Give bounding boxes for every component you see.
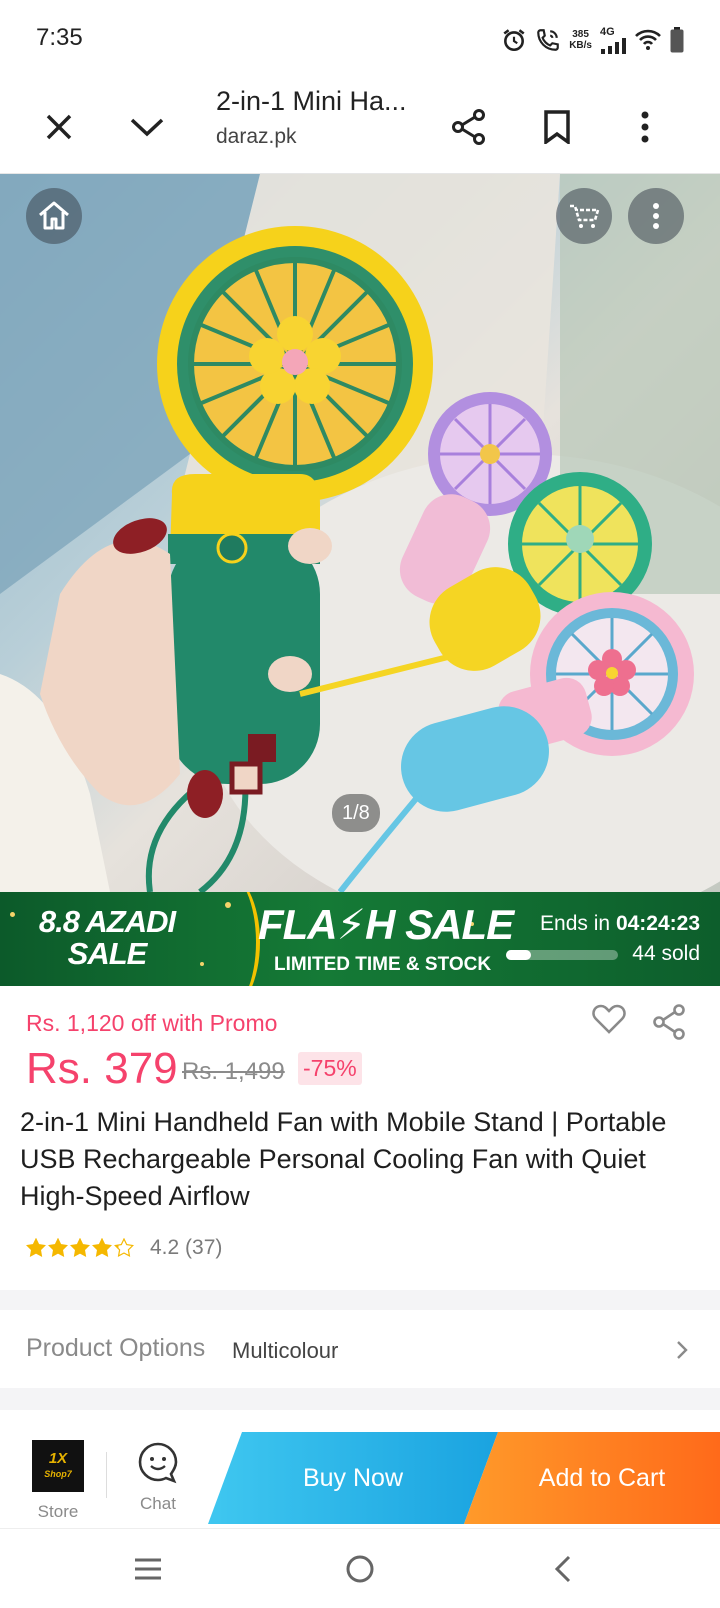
home-icon (39, 201, 69, 230)
wishlist-button[interactable] (592, 1004, 626, 1039)
product-share-button[interactable] (652, 1004, 686, 1045)
discount-badge: -75% (298, 1052, 362, 1085)
status-bar: 7:35 385 KB/s 4G (0, 0, 720, 80)
image-counter: 1/8 (332, 794, 380, 832)
rating-stars (26, 1238, 134, 1258)
home-nav-button[interactable] (338, 1547, 382, 1591)
chevron-down-icon (130, 118, 164, 137)
promo-text: Rs. 1,120 off with Promo (26, 1010, 278, 1036)
star-icon (92, 1238, 112, 1258)
flash-sale-title: FLA⚡H SALE (258, 901, 514, 948)
star-icon (70, 1238, 90, 1258)
countdown: Ends in 04:24:23 (540, 912, 700, 935)
options-label: Product Options (26, 1334, 206, 1362)
collapse-button[interactable] (122, 102, 172, 152)
cart-icon (570, 204, 600, 228)
product-rating[interactable]: 4.2 (37) (26, 1236, 222, 1260)
product-info: Rs. 1,120 off with Promo Rs. 379 Rs. 1,4… (0, 986, 720, 1284)
section-divider (0, 1388, 720, 1410)
store-button[interactable]: 1X Shop7 Store (30, 1440, 86, 1522)
star-icon (114, 1238, 134, 1258)
rating-text: 4.2 (37) (150, 1236, 223, 1259)
bottom-action-bar: 1X Shop7 Store Chat Buy Now Add to Cart (0, 1426, 720, 1528)
product-title: 2-in-1 Mini Handheld Fan with Mobile Sta… (20, 1107, 667, 1211)
status-time: 7:35 (36, 24, 83, 51)
battery-icon (670, 27, 684, 53)
status-icons: 385 KB/s 4G (501, 26, 684, 54)
options-value: Multicolour (232, 1338, 339, 1363)
chat-label: Chat (140, 1494, 176, 1513)
alarm-icon (503, 29, 525, 52)
network-speed: 385 KB/s (569, 29, 592, 51)
share-icon (653, 1004, 685, 1040)
home-button[interactable] (26, 188, 82, 244)
browser-toolbar: 2-in-1 Mini Ha... daraz.pk (0, 80, 720, 174)
system-nav-bar (0, 1528, 720, 1608)
star-icon (26, 1238, 46, 1258)
sold-progress-bar (506, 950, 618, 960)
page-domain: daraz.pk (216, 125, 297, 148)
original-price: Rs. 1,499 (182, 1058, 285, 1085)
bookmark-icon (544, 110, 570, 144)
more-options-button[interactable] (620, 102, 670, 152)
add-to-cart-button[interactable]: Add to Cart (464, 1432, 720, 1524)
page-title-area[interactable]: 2-in-1 Mini Ha... daraz.pk (216, 86, 426, 149)
store-logo: 1X Shop7 (32, 1440, 84, 1492)
azadi-sale-logo: 8.8 AZADI SALE (38, 904, 176, 971)
product-photo (0, 174, 720, 892)
close-icon (46, 114, 72, 140)
menu-icon (135, 1558, 161, 1580)
product-image-gallery[interactable] (0, 174, 720, 892)
product-options-row[interactable]: Product Options Multicolour (0, 1310, 720, 1388)
wifi-icon (635, 29, 661, 50)
countdown-timer: 04:24:23 (615, 912, 700, 935)
flash-sale-subtitle: LIMITED TIME & STOCK (274, 954, 492, 975)
signal-indicator: 4G (600, 26, 626, 54)
page-title: 2-in-1 Mini Ha... (216, 86, 407, 116)
share-icon (452, 109, 485, 145)
more-vertical-icon (641, 111, 649, 143)
sold-progress-fill (506, 950, 531, 960)
chevron-right-icon (677, 1341, 688, 1359)
section-divider (0, 1290, 720, 1310)
current-price: Rs. 379 (26, 1044, 178, 1093)
circle-home-icon (346, 1555, 374, 1583)
signal-icon (601, 38, 626, 54)
wifi-call-icon (537, 29, 560, 51)
sold-count: 44 sold (632, 942, 700, 965)
recent-apps-button[interactable] (126, 1547, 170, 1591)
heart-icon (592, 1004, 626, 1034)
cart-button[interactable] (556, 188, 612, 244)
chat-button[interactable]: Chat (130, 1440, 186, 1514)
store-label: Store (37, 1502, 79, 1521)
back-icon (554, 1555, 571, 1583)
back-button[interactable] (540, 1547, 584, 1591)
more-vertical-icon (653, 203, 659, 229)
bookmark-button[interactable] (532, 102, 582, 152)
buy-now-button[interactable]: Buy Now (208, 1432, 498, 1524)
flash-sale-banner[interactable]: 8.8 AZADI SALE FLA⚡H SALE LIMITED TIME & … (0, 892, 720, 986)
gallery-more-button[interactable] (628, 188, 684, 244)
share-button[interactable] (444, 102, 494, 152)
chat-icon (138, 1442, 178, 1484)
star-icon (48, 1238, 68, 1258)
close-button[interactable] (34, 102, 84, 152)
